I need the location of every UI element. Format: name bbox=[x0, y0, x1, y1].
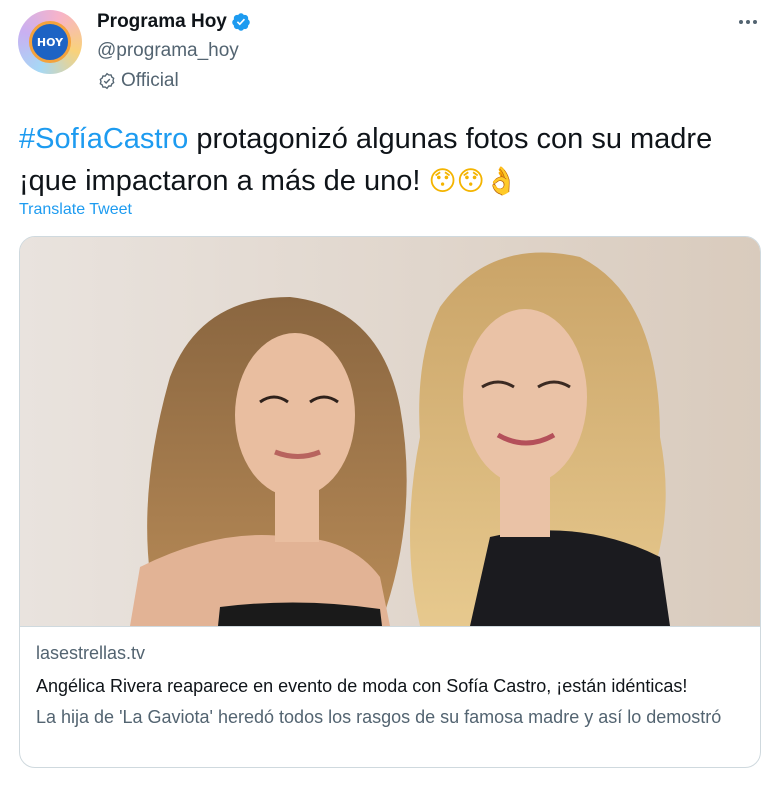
avatar[interactable]: HOY bbox=[18, 10, 82, 74]
tweet-text-line1: protagonizó algunas fotos con su madre bbox=[188, 123, 713, 155]
author-name-row: Programa Hoy bbox=[97, 11, 251, 33]
card-domain: lasestrellas.tv bbox=[36, 643, 146, 663]
translate-tweet-link[interactable]: Translate Tweet bbox=[19, 201, 132, 219]
card-divider bbox=[20, 626, 760, 627]
emoji-icons: 😯😯👌 bbox=[428, 166, 519, 197]
hashtag-link[interactable]: #SofíaCastro bbox=[19, 123, 188, 155]
official-label-row: Official bbox=[98, 70, 179, 92]
more-options-icon[interactable] bbox=[734, 10, 762, 34]
card-image[interactable] bbox=[20, 237, 760, 626]
avatar-logo-text: HOY bbox=[36, 35, 64, 49]
avatar-logo: HOY bbox=[29, 21, 71, 63]
link-preview-card[interactable]: lasestrellas.tv Angélica Rivera reaparec… bbox=[19, 236, 761, 768]
author-handle[interactable]: @programa_hoy bbox=[97, 40, 239, 62]
tweet-text: #SofíaCastro protagonizó algunas fotos c… bbox=[19, 118, 754, 203]
tweet[interactable]: HOY Programa Hoy @programa_hoy Official … bbox=[0, 0, 768, 787]
official-check-icon bbox=[98, 72, 116, 90]
verified-badge-icon bbox=[231, 12, 251, 32]
author-display-name[interactable]: Programa Hoy bbox=[97, 11, 227, 33]
card-description: La hija de 'La Gaviota' heredó todos los… bbox=[36, 707, 722, 727]
tweet-text-line2: ¡que impactaron a más de uno! bbox=[19, 165, 429, 197]
card-title[interactable]: Angélica Rivera reaparece en evento de m… bbox=[36, 676, 751, 697]
official-label: Official bbox=[121, 70, 179, 91]
